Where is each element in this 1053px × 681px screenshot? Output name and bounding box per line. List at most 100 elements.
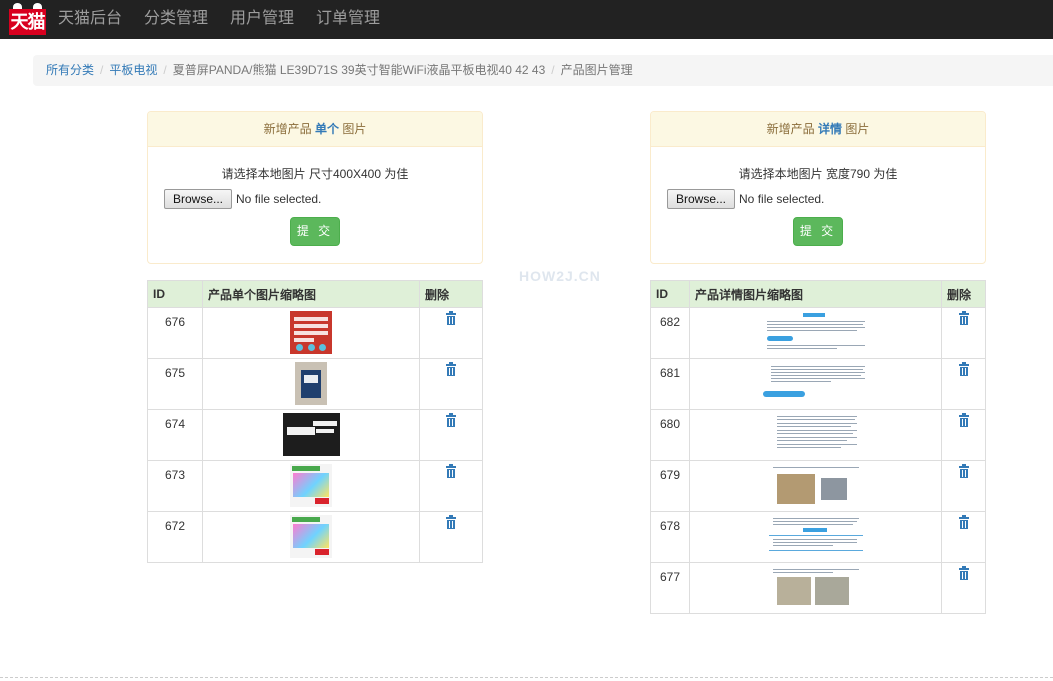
row-delete [941,307,986,359]
nav-item-orders[interactable]: 订单管理 [316,0,380,39]
breadcrumb-separator: / [163,63,167,77]
detail-file-input[interactable]: Browse... No file selected. [667,189,824,210]
detail-thumbnail[interactable] [762,566,869,612]
breadcrumb-all-categories[interactable]: 所有分类 [46,63,94,77]
table-row: 680 [650,409,986,461]
detail-thumbnail[interactable] [762,311,869,357]
row-thumbnail [689,307,942,359]
product-thumbnail[interactable] [290,311,332,354]
detail-image-upload-panel: 新增产品 详情 图片 请选择本地图片 宽度790 为佳 Browse... No … [650,111,986,264]
row-delete [941,409,986,461]
row-delete [941,511,986,563]
single-file-status: No file selected. [236,192,322,206]
breadcrumb-current: 产品图片管理 [560,63,633,77]
trash-icon[interactable] [958,311,969,325]
table-row: 676 [147,307,483,359]
table-row: 679 [650,460,986,512]
row-delete [941,562,986,614]
row-thumbnail [202,358,420,410]
single-image-table: ID 产品单个图片缩略图 删除 676 675 674 673 672 [147,280,483,563]
product-thumbnail[interactable] [295,362,327,405]
col-delete: 删除 [941,280,986,308]
row-id: 677 [650,562,690,614]
trash-icon[interactable] [958,515,969,529]
table-row: 675 [147,358,483,410]
product-thumbnail[interactable] [282,413,340,456]
row-thumbnail [689,460,942,512]
single-heading-suffix: 图片 [339,122,367,136]
table-header-row: ID 产品单个图片缩略图 删除 [147,280,483,308]
table-row: 674 [147,409,483,461]
detail-browse-button[interactable]: Browse... [667,189,736,209]
row-id: 676 [147,307,203,359]
breadcrumb: 所有分类 / 平板电视 / 夏普屏PANDA/熊猫 LE39D71S 39英寸智能WiF… [33,55,1053,86]
row-thumbnail [202,307,420,359]
single-heading-prefix: 新增产品 [263,122,315,136]
trash-icon[interactable] [958,413,969,427]
detail-submit-button[interactable]: 提 交 [793,217,843,246]
row-delete [419,307,483,359]
row-id: 674 [147,409,203,461]
single-browse-button[interactable]: Browse... [164,189,233,209]
col-thumbnail: 产品详情图片缩略图 [689,280,942,308]
nav-item-category[interactable]: 分类管理 [144,0,208,39]
table-row: 681 [650,358,986,410]
row-delete [419,511,483,563]
detail-thumbnail[interactable] [762,413,869,459]
row-delete [941,358,986,410]
breadcrumb-category[interactable]: 平板电视 [109,63,157,77]
trash-icon[interactable] [958,362,969,376]
top-navbar: 天猫 天猫后台 分类管理 用户管理 订单管理 [0,0,1053,39]
detail-heading-prefix: 新增产品 [766,122,818,136]
detail-panel-heading: 新增产品 详情 图片 [651,112,985,147]
row-delete [941,460,986,512]
breadcrumb-separator: / [100,63,104,77]
row-delete [419,460,483,512]
detail-heading-suffix: 图片 [842,122,870,136]
nav-item-users[interactable]: 用户管理 [230,0,294,39]
trash-icon[interactable] [446,311,456,325]
row-thumbnail [689,511,942,563]
detail-thumbnail[interactable] [762,515,869,561]
detail-panel-hint: 请选择本地图片 宽度790 为佳 [738,167,898,181]
row-id: 681 [650,358,690,410]
single-image-upload-panel: 新增产品 单个 图片 请选择本地图片 尺寸400X400 为佳 Browse..… [147,111,483,264]
product-thumbnail[interactable] [290,464,332,507]
row-thumbnail [689,562,942,614]
row-thumbnail [689,409,942,461]
col-id: ID [650,280,690,308]
row-delete [419,358,483,410]
trash-icon[interactable] [446,362,456,376]
single-submit-button[interactable]: 提 交 [290,217,340,246]
table-row: 682 [650,307,986,359]
row-thumbnail [202,409,420,461]
single-panel-hint: 请选择本地图片 尺寸400X400 为佳 [221,167,409,181]
detail-image-table: ID 产品详情图片缩略图 删除 682 681 680 679 678 677 [650,280,986,614]
row-id: 675 [147,358,203,410]
trash-icon[interactable] [446,464,456,478]
nav-brand[interactable]: 天猫后台 [58,0,122,39]
trash-icon[interactable] [446,515,456,529]
tmall-logo[interactable]: 天猫 [9,3,46,35]
row-id: 679 [650,460,690,512]
row-thumbnail [689,358,942,410]
breadcrumb-product: 夏普屏PANDA/熊猫 LE39D71S 39英寸智能WiFi液晶平板电视40 … [172,63,546,77]
breadcrumb-separator: / [551,63,555,77]
detail-thumbnail[interactable] [762,362,869,408]
single-file-input[interactable]: Browse... No file selected. [164,189,321,210]
logo-text: 天猫 [9,9,46,35]
table-header-row: ID 产品详情图片缩略图 删除 [650,280,986,308]
trash-icon[interactable] [446,413,456,427]
row-thumbnail [202,511,420,563]
row-delete [419,409,483,461]
detail-file-status: No file selected. [739,192,825,206]
product-thumbnail[interactable] [290,515,332,558]
row-id: 680 [650,409,690,461]
footer-divider [0,677,1053,678]
trash-icon[interactable] [958,566,969,580]
detail-thumbnail[interactable] [762,464,869,510]
row-thumbnail [202,460,420,512]
trash-icon[interactable] [958,464,969,478]
row-id: 682 [650,307,690,359]
row-id: 673 [147,460,203,512]
